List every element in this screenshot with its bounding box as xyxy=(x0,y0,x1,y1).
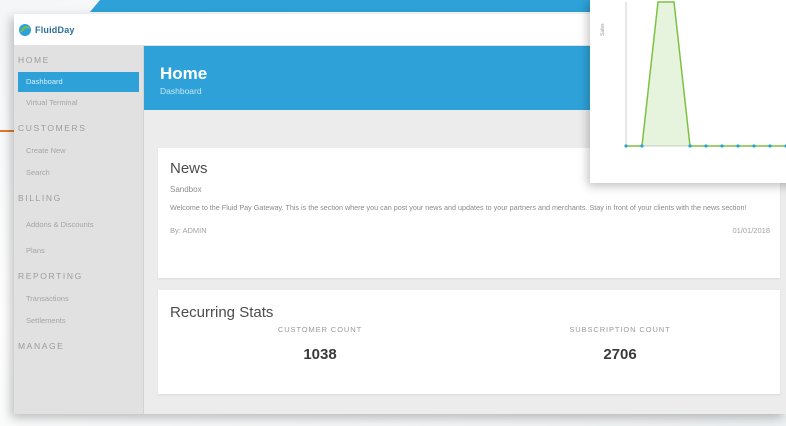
brand-logo[interactable]: FluidDay xyxy=(18,23,75,37)
data-point xyxy=(688,144,692,148)
sidebar-heading-customers: CUSTOMERS xyxy=(18,123,87,133)
decorative-blue-stripe xyxy=(89,0,641,12)
subscription-count-stat: SUBSCRIPTION COUNT 2706 xyxy=(470,325,770,363)
data-point xyxy=(752,144,756,148)
sidebar: HOME Dashboard Virtual Terminal CUSTOMER… xyxy=(14,46,144,414)
news-author: By: ADMIN xyxy=(170,225,207,235)
sidebar-item-plans[interactable]: Plans xyxy=(14,240,143,262)
data-point xyxy=(736,144,740,148)
sidebar-item-search[interactable]: Search xyxy=(14,162,143,184)
news-date: 01/01/2018 xyxy=(732,225,770,235)
customer-count-value: 1038 xyxy=(303,346,337,363)
sales-chart-panel: Sales xyxy=(590,0,786,183)
data-point xyxy=(704,144,708,148)
sidebar-item-transactions[interactable]: Transactions xyxy=(14,288,143,310)
drop-logo-icon xyxy=(19,23,31,36)
sales-chart: Sales xyxy=(600,1,786,148)
data-point xyxy=(720,144,724,148)
recurring-stats-card: Recurring Stats CUSTOMER COUNT 1038 SUBS… xyxy=(158,290,780,394)
stats-title: Recurring Stats xyxy=(170,304,274,321)
news-footer: By: ADMIN 01/01/2018 xyxy=(170,226,770,235)
subscription-count-value: 2706 xyxy=(603,346,637,363)
news-body: Welcome to the Fluid Pay Gateway. This i… xyxy=(170,203,747,212)
sidebar-item-settlements[interactable]: Settlements xyxy=(14,310,143,332)
subscription-count-label: SUBSCRIPTION COUNT xyxy=(569,325,671,334)
data-point xyxy=(624,144,628,148)
sidebar-heading-home: HOME xyxy=(18,55,50,65)
sidebar-heading-reporting: REPORTING xyxy=(18,271,83,281)
y-axis-label: Sales xyxy=(600,23,606,36)
data-point xyxy=(768,144,772,148)
data-point xyxy=(640,144,644,148)
sidebar-item-create-new[interactable]: Create New xyxy=(14,140,143,162)
stats-grid: CUSTOMER COUNT 1038 SUBSCRIPTION COUNT 2… xyxy=(170,325,780,363)
customer-count-label: CUSTOMER COUNT xyxy=(277,325,363,334)
customer-count-stat: CUSTOMER COUNT 1038 xyxy=(170,325,470,363)
sidebar-item-virtual-terminal[interactable]: Virtual Terminal xyxy=(14,92,143,114)
sidebar-heading-billing: BILLING xyxy=(18,193,62,203)
sidebar-item-addons-discounts[interactable]: Addons & Discounts xyxy=(14,210,143,240)
sidebar-heading-manage: MANAGE xyxy=(18,341,65,351)
logo-text: FluidDay xyxy=(35,24,75,35)
news-subtitle: Sandbox xyxy=(170,185,202,194)
sidebar-item-dashboard[interactable]: Dashboard xyxy=(18,72,139,92)
